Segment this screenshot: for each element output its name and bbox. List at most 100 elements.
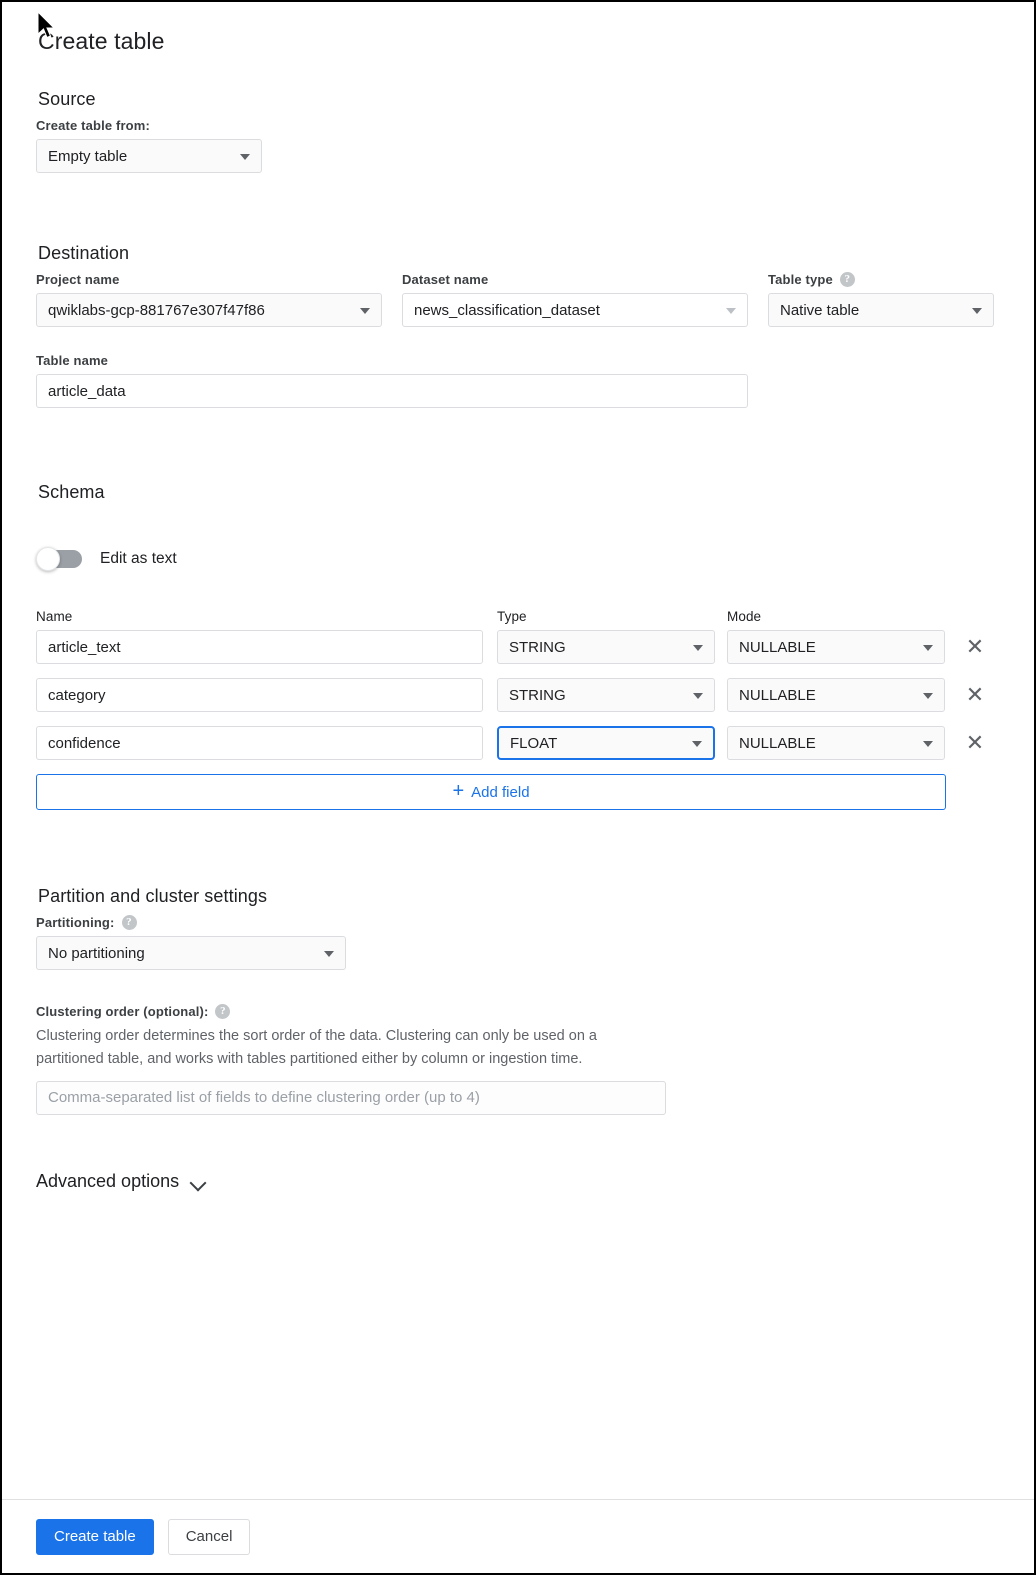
partitioning-value: No partitioning [48,944,145,962]
table-type-select[interactable]: Native table [768,293,994,327]
field-mode-select[interactable]: NULLABLE [727,678,945,712]
advanced-options-toggle[interactable]: Advanced options [36,1171,246,1192]
column-header-name: Name [36,609,73,624]
partitioning-select[interactable]: No partitioning [36,936,346,970]
schema-section: Schema Edit as text Name Type Mode artic… [36,482,1000,810]
remove-field-button[interactable]: ✕ [955,636,995,658]
table-type-group: Table type ? Native table [768,272,994,327]
field-mode-value: NULLABLE [739,686,816,704]
chevron-down-icon [324,951,334,957]
chevron-down-icon [693,693,703,699]
project-name-value: qwiklabs-gcp-881767e307f47f86 [48,301,265,319]
schema-heading: Schema [38,482,105,502]
remove-field-button[interactable]: ✕ [955,732,995,754]
schema-column-headers: Name Type Mode [36,609,1000,630]
edit-as-text-toggle[interactable] [36,547,84,571]
field-mode-select[interactable]: NULLABLE [727,726,945,760]
chevron-down-icon [923,645,933,651]
partition-cluster-section: Partition and cluster settings Partition… [36,886,1000,1115]
table-name-label: Table name [36,353,109,368]
field-name-value: article_text [48,638,121,656]
destination-fields-row: Project name qwiklabs-gcp-881767e307f47f… [36,272,1000,327]
dataset-name-value: news_classification_dataset [414,301,600,319]
close-icon: ✕ [965,730,985,755]
schema-rows: article_text STRING NULLABLE ✕ category … [36,630,1000,760]
clustering-order-label: Clustering order (optional): ? [36,1004,1000,1019]
add-field-label: Add field [471,783,530,801]
cancel-button[interactable]: Cancel [167,1518,251,1555]
remove-field-button[interactable]: ✕ [955,684,995,706]
field-type-value: STRING [509,686,566,704]
table-type-label: Table type ? [768,272,994,287]
clustering-order-placeholder: Comma-separated list of fields to define… [48,1089,480,1107]
add-field-button[interactable]: + Add field [36,774,946,810]
table-name-group: Table name article_data [36,353,748,408]
close-icon: ✕ [965,634,985,659]
field-name-value: category [48,686,106,704]
partitioning-label-text: Partitioning: [36,915,115,930]
project-name-select[interactable]: qwiklabs-gcp-881767e307f47f86 [36,293,382,327]
chevron-down-icon [923,741,933,747]
help-icon[interactable]: ? [839,272,855,287]
field-name-input[interactable]: article_text [36,630,483,664]
advanced-options-label: Advanced options [36,1170,180,1191]
chevron-down-icon [191,1177,207,1186]
create-table-from-select[interactable]: Empty table [36,139,262,173]
partitioning-group: Partitioning: ? No partitioning [36,915,1000,970]
field-mode-select[interactable]: NULLABLE [727,630,945,664]
create-table-from-label: Create table from: [36,118,150,133]
project-name-group: Project name qwiklabs-gcp-881767e307f47f… [36,272,382,327]
field-type-value: STRING [509,638,566,656]
partitioning-label: Partitioning: ? [36,915,1000,930]
chevron-down-icon [240,154,250,160]
chevron-down-icon [726,308,736,314]
destination-heading: Destination [38,243,130,263]
chevron-down-icon [972,308,982,314]
field-type-select[interactable]: STRING [497,630,715,664]
plus-icon: + [452,780,465,802]
table-row: category STRING NULLABLE ✕ [36,678,1000,712]
dataset-name-group: Dataset name news_classification_dataset [402,272,748,327]
create-table-from-group: Create table from: Empty table [36,118,1000,173]
chevron-down-icon [923,693,933,699]
column-header-actions [955,609,995,630]
table-row: article_text STRING NULLABLE ✕ [36,630,1000,664]
source-section: Source Create table from: Empty table [36,89,1000,173]
clustering-description: Clustering order determines the sort ord… [36,1028,597,1067]
chevron-down-icon [360,308,370,314]
table-name-input[interactable]: article_data [36,374,748,408]
clustering-group: Clustering order (optional): ? Clusterin… [36,1004,1000,1115]
help-icon[interactable]: ? [215,1004,231,1019]
destination-section: Destination Project name qwiklabs-gcp-88… [36,243,1000,408]
column-header-type: Type [497,609,527,624]
table-type-label-text: Table type [768,272,833,287]
table-name-value: article_data [48,382,126,400]
field-mode-value: NULLABLE [739,638,816,656]
page-title: Create table [38,28,165,54]
help-icon[interactable]: ? [121,915,137,930]
project-name-label: Project name [36,272,120,287]
chevron-down-icon [693,645,703,651]
create-table-dialog: Create table Source Create table from: E… [0,0,1036,1575]
close-icon: ✕ [965,682,985,707]
edit-as-text-row[interactable]: Edit as text [36,547,1000,571]
dialog-body: Create table Source Create table from: E… [2,2,1034,1499]
create-table-button[interactable]: Create table [36,1518,154,1555]
field-type-value: FLOAT [510,734,558,752]
clustering-order-label-text: Clustering order (optional): [36,1004,209,1019]
field-name-input[interactable]: confidence [36,726,483,760]
edit-as-text-label: Edit as text [100,550,177,567]
table-type-value: Native table [780,301,860,319]
dataset-name-select[interactable]: news_classification_dataset [402,293,748,327]
toggle-knob [36,547,60,571]
partition-heading: Partition and cluster settings [38,886,268,906]
field-name-input[interactable]: category [36,678,483,712]
dataset-name-label: Dataset name [402,272,489,287]
field-type-select[interactable]: FLOAT [497,726,715,760]
field-type-select[interactable]: STRING [497,678,715,712]
column-header-mode: Mode [727,609,762,624]
create-table-from-value: Empty table [48,147,128,165]
source-heading: Source [38,89,96,109]
field-name-value: confidence [48,734,121,752]
clustering-order-input[interactable]: Comma-separated list of fields to define… [36,1080,666,1115]
